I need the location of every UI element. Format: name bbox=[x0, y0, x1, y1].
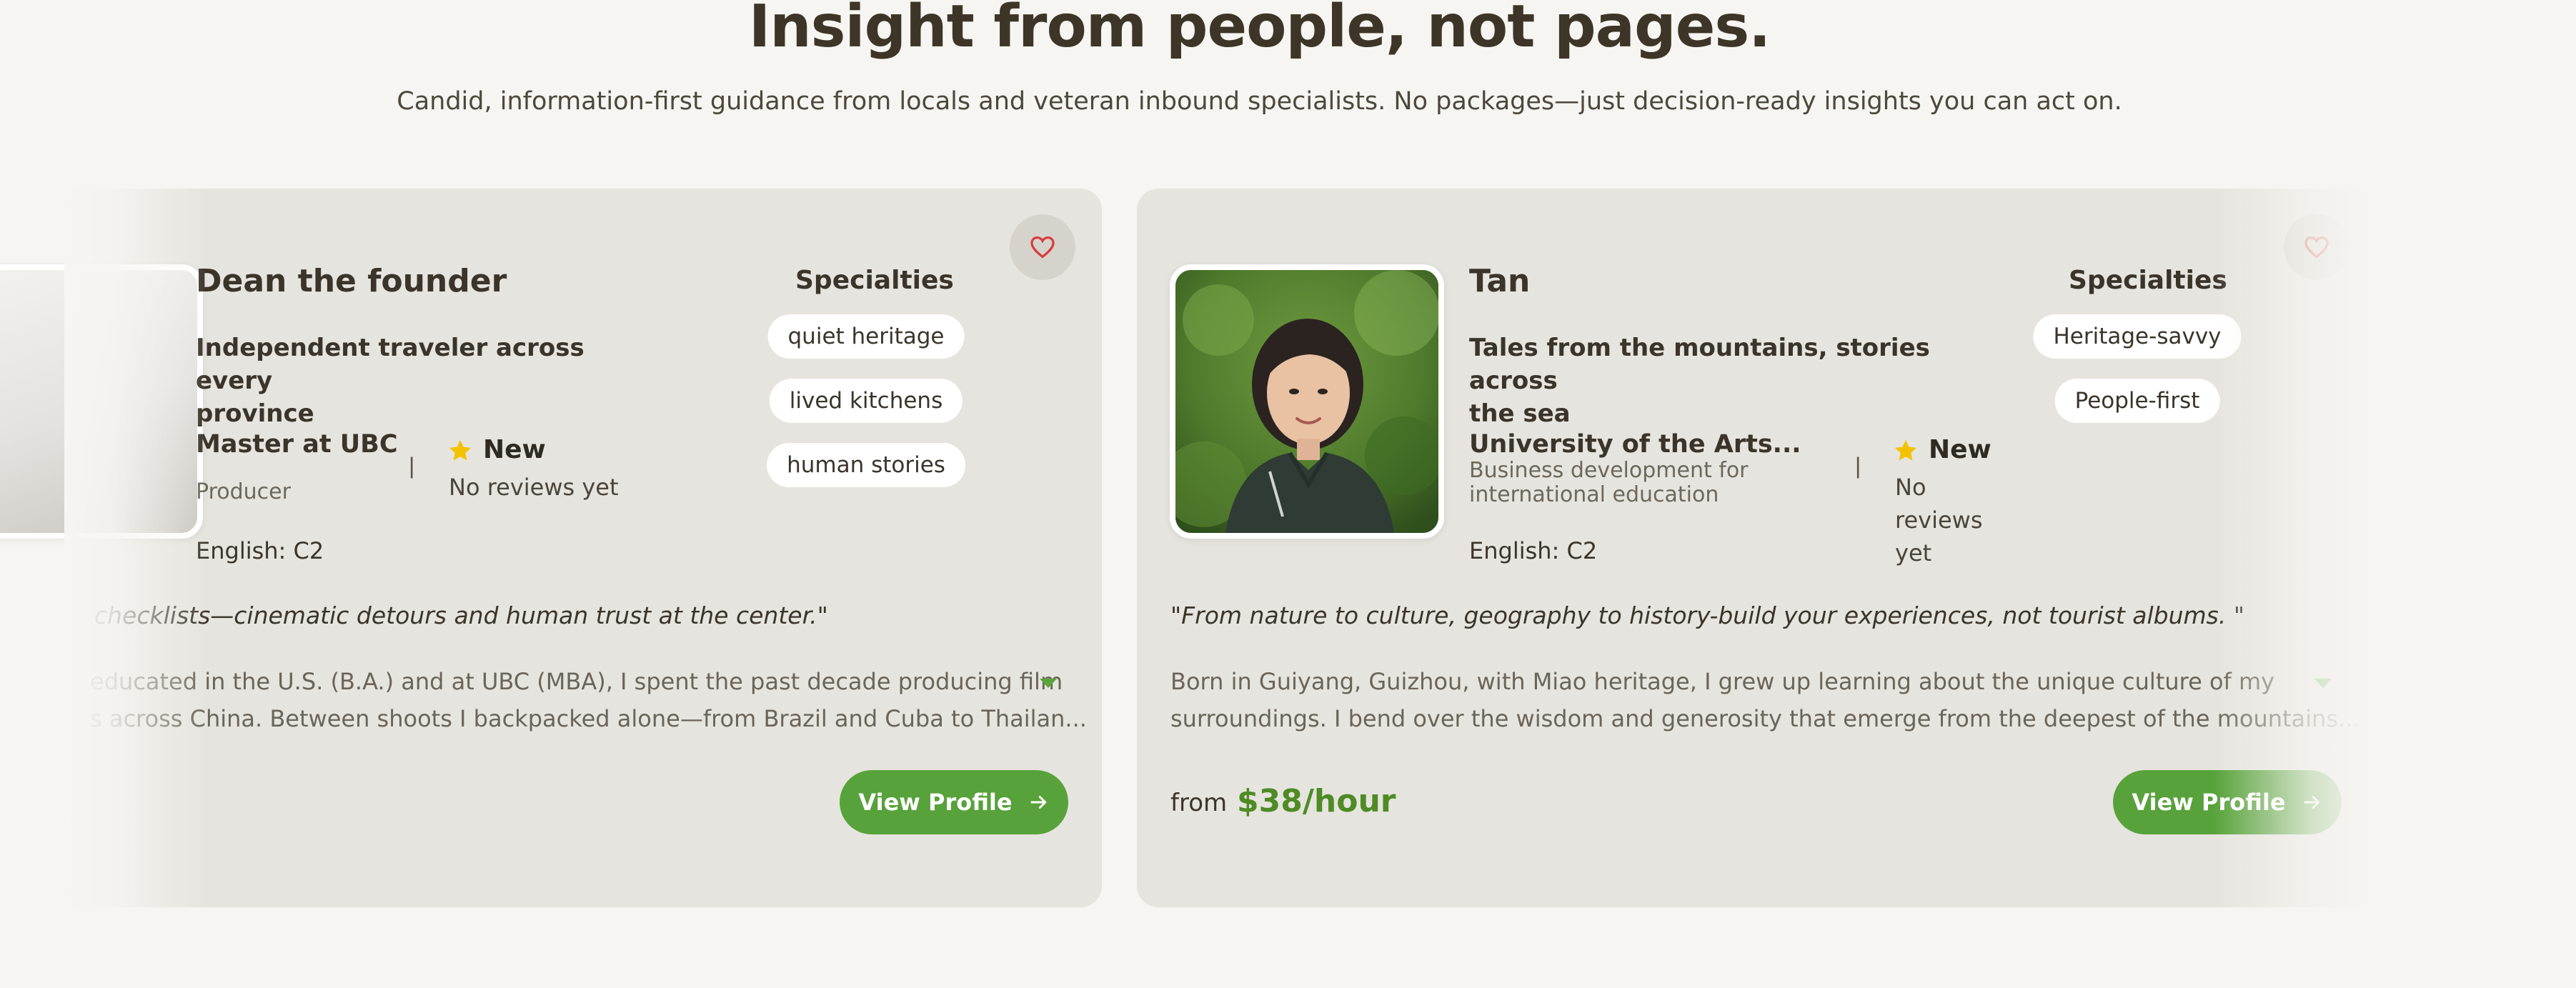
page-title: Insight from people, not pages. bbox=[748, 0, 1771, 61]
favorite-button[interactable] bbox=[2284, 214, 2349, 280]
star-icon bbox=[1894, 439, 1917, 461]
rating-label: New bbox=[483, 435, 546, 464]
specialties-title: Specialties bbox=[2069, 266, 2227, 295]
guide-photo bbox=[0, 264, 203, 539]
guide-card-dean[interactable]: Dean the founder Independent traveler ac… bbox=[0, 189, 1102, 907]
guide-name: Tan bbox=[1469, 263, 1531, 299]
heart-outline-icon bbox=[2304, 236, 2329, 259]
heart-outline-icon bbox=[1030, 236, 1055, 259]
reviews-count: No reviews yet bbox=[1895, 474, 1983, 567]
guide-tagline: Independent traveler across every provin… bbox=[196, 334, 585, 428]
view-profile-button[interactable]: View Profile bbox=[840, 770, 1068, 834]
favorite-button[interactable] bbox=[1010, 214, 1075, 280]
rating-label: New bbox=[1929, 435, 1991, 464]
guide-photo bbox=[1170, 264, 1444, 539]
price-rate: $38/hour bbox=[1237, 783, 1396, 819]
specialties-title: Specialties bbox=[795, 266, 954, 295]
guide-education: University of the Arts... bbox=[1469, 430, 1801, 459]
page-subtitle: Candid, information-first guidance from … bbox=[397, 87, 2122, 116]
portrait-image bbox=[1175, 270, 1438, 533]
guide-quote: "From nature to culture, geography to hi… bbox=[1170, 602, 2245, 629]
guide-role: Business development for international e… bbox=[1469, 458, 1749, 507]
language-level: English: C2 bbox=[196, 537, 324, 564]
view-profile-button[interactable]: View Profile bbox=[2113, 770, 2342, 834]
specialty-chip: quiet heritage bbox=[767, 314, 965, 359]
arrow-right-icon bbox=[1030, 796, 1046, 809]
expand-bio-icon[interactable] bbox=[2314, 679, 2332, 688]
language-level: English: C2 bbox=[1469, 537, 1598, 564]
meta-divider: | bbox=[1855, 453, 1861, 479]
specialty-chip: human stories bbox=[767, 443, 965, 487]
reviews-count: No reviews yet bbox=[449, 474, 619, 501]
meta-divider: | bbox=[409, 453, 415, 479]
guide-bio: Born in Guiyang, Guizhou, with Miao heri… bbox=[1170, 668, 2360, 732]
arrow-right-icon bbox=[2304, 796, 2319, 809]
guide-card-tan[interactable]: Tan Tales from the mountains, stories ac… bbox=[1137, 189, 2370, 907]
specialty-chip: Heritage-savvy bbox=[2033, 314, 2242, 359]
guide-quote: checklists—cinematic detours and human t… bbox=[94, 602, 828, 629]
guide-tagline: Tales from the mountains, stories across… bbox=[1469, 334, 1930, 428]
guide-education: Master at UBC bbox=[196, 430, 398, 459]
specialty-chip: lived kitchens bbox=[769, 379, 963, 423]
price-from-label: from bbox=[1170, 789, 1228, 817]
specialty-chip: People-first bbox=[2054, 379, 2220, 423]
guide-name: Dean the founder bbox=[196, 263, 507, 299]
star-icon bbox=[449, 439, 472, 461]
guide-role: Producer bbox=[196, 479, 291, 504]
guide-bio: educated in the U.S. (B.A.) and at UBC (… bbox=[90, 668, 1087, 732]
expand-bio-icon[interactable] bbox=[1040, 679, 1057, 688]
